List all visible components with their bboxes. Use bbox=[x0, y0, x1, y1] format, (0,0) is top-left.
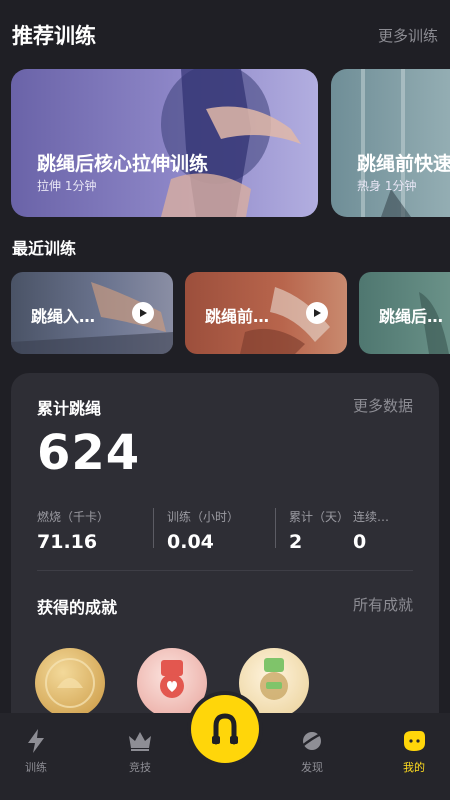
stat-value: 0 bbox=[353, 531, 367, 553]
recent-header: 最近训练 bbox=[12, 235, 438, 259]
rope-icon bbox=[212, 713, 238, 745]
recent-card[interactable]: 跳绳后… bbox=[359, 272, 450, 354]
stat-streak: 连续… 0 bbox=[353, 508, 389, 553]
stat-calories: 燃烧（千卡） 71.16 bbox=[37, 508, 109, 553]
recommended-card-subtitle: 拉伸 1分钟 bbox=[37, 179, 97, 193]
recommended-card-title: 跳绳前快速 bbox=[357, 153, 450, 175]
planet-icon bbox=[300, 731, 324, 750]
recommended-header: 推荐训练 更多训练 bbox=[12, 20, 438, 50]
stat-value: 0.04 bbox=[167, 531, 214, 553]
recent-card[interactable]: 跳绳前… bbox=[185, 272, 347, 354]
workout-photo bbox=[161, 69, 301, 217]
stats-header: 累计跳绳 更多数据 bbox=[37, 395, 413, 419]
stat-divider bbox=[275, 508, 276, 548]
stats-title: 累计跳绳 bbox=[37, 399, 102, 418]
stats-row: 燃烧（千卡） 71.16 训练（小时） 0.04 累计（天） 2 连续… 0 bbox=[37, 508, 417, 553]
stats-panel: 累计跳绳 更多数据 624 燃烧（千卡） 71.16 训练（小时） 0.04 累… bbox=[11, 373, 439, 733]
gold-medal-icon[interactable] bbox=[35, 648, 105, 718]
crown-icon bbox=[129, 732, 151, 751]
recent-card-title: 跳绳前… bbox=[205, 307, 270, 326]
play-button[interactable] bbox=[132, 302, 154, 324]
tab-label: 我的 bbox=[403, 761, 425, 774]
recommended-carousel[interactable]: 跳绳后核心拉伸训练 拉伸 1分钟 跳绳前快速 热身 1分钟 bbox=[11, 69, 450, 217]
start-jump-button[interactable] bbox=[191, 695, 259, 763]
recent-card[interactable]: 跳绳入… bbox=[11, 272, 173, 354]
stat-value: 71.16 bbox=[37, 531, 98, 553]
recent-carousel[interactable]: 跳绳入… 跳绳前… 跳绳后… bbox=[11, 272, 450, 354]
stat-label: 燃烧（千卡） bbox=[37, 510, 110, 524]
tab-mine[interactable]: 我的 bbox=[384, 727, 444, 775]
recommended-title: 推荐训练 bbox=[12, 24, 96, 48]
tab-discover[interactable]: 发现 bbox=[282, 727, 342, 775]
total-jumps-value: 624 bbox=[37, 425, 141, 481]
recommended-card-subtitle: 热身 1分钟 bbox=[357, 179, 417, 193]
tab-label: 训练 bbox=[25, 761, 47, 774]
all-achievements-link[interactable]: 所有成就 bbox=[353, 594, 413, 618]
face-icon bbox=[404, 731, 425, 751]
stat-value: 2 bbox=[289, 531, 303, 553]
tab-training[interactable]: 训练 bbox=[6, 727, 66, 775]
workout-photo bbox=[361, 69, 411, 217]
stat-hours: 训练（小时） 0.04 bbox=[167, 508, 239, 553]
recommended-card-title: 跳绳后核心拉伸训练 bbox=[37, 153, 209, 175]
medal-graphic bbox=[45, 658, 95, 708]
recent-card-title: 跳绳后… bbox=[379, 307, 444, 326]
stat-label: 累计（天） bbox=[289, 510, 350, 524]
tab-competition[interactable]: 竞技 bbox=[110, 727, 170, 775]
tab-label: 竞技 bbox=[129, 761, 151, 774]
play-icon bbox=[314, 309, 321, 317]
tab-label: 发现 bbox=[301, 761, 323, 774]
section-divider bbox=[37, 570, 413, 571]
stat-label: 训练（小时） bbox=[167, 510, 240, 524]
play-button[interactable] bbox=[306, 302, 328, 324]
recent-card-title: 跳绳入… bbox=[31, 307, 96, 326]
achievements-header: 获得的成就 所有成就 bbox=[37, 594, 413, 618]
recommended-card[interactable]: 跳绳前快速 热身 1分钟 bbox=[331, 69, 450, 217]
more-data-link[interactable]: 更多数据 bbox=[353, 395, 413, 419]
lightning-icon bbox=[28, 729, 44, 753]
recommended-card[interactable]: 跳绳后核心拉伸训练 拉伸 1分钟 bbox=[11, 69, 318, 217]
stat-label: 连续… bbox=[353, 510, 390, 524]
stat-divider bbox=[153, 508, 154, 548]
pink-heart-medal-icon[interactable] bbox=[137, 648, 207, 718]
achievements-title: 获得的成就 bbox=[37, 598, 118, 617]
medal-graphic bbox=[160, 660, 184, 698]
play-icon bbox=[140, 309, 147, 317]
stat-days: 累计（天） 2 bbox=[289, 508, 349, 553]
recent-title: 最近训练 bbox=[12, 239, 77, 258]
more-training-link[interactable]: 更多训练 bbox=[378, 25, 438, 46]
